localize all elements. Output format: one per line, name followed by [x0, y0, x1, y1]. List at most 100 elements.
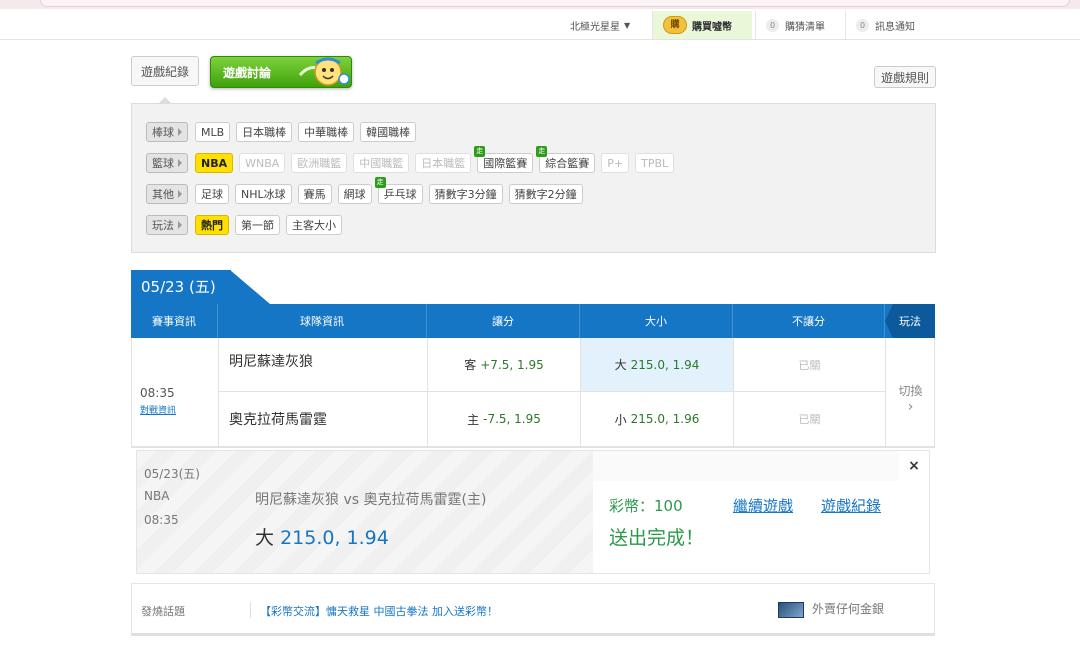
- total-over-line: 215.0,: [630, 357, 669, 372]
- mascot-icon: [298, 57, 350, 86]
- chip-euro-basketball[interactable]: 歐洲職籃: [291, 153, 348, 173]
- total-over-price: 1.94: [672, 357, 700, 372]
- hot-topics-label: 發燒話題: [141, 605, 185, 618]
- game-records-tab[interactable]: 遊戲紀錄: [131, 56, 199, 86]
- filter-label-play: 玩法: [146, 215, 188, 235]
- header-team-info: 球隊資訊: [218, 304, 427, 338]
- chip-intl-basketball[interactable]: 走國際籃賽: [474, 146, 534, 173]
- spread-away-odds[interactable]: 客 +7.5, 1.95: [428, 338, 581, 392]
- filter-row-baseball: 棒球 MLB 日本職棒 中華職棒 韓國職棒: [146, 121, 422, 143]
- filter-row-basketball: 籃球 NBA WNBA 歐洲職籃 中國職籃 日本職籃 走國際籃賽 走綜合籃賽 P…: [146, 146, 680, 174]
- game-records-link[interactable]: 遊戲紀錄: [821, 495, 881, 516]
- game-rules-button[interactable]: 遊戲規則: [874, 66, 936, 88]
- total-under-price: 1.96: [672, 412, 700, 426]
- divider: [250, 602, 251, 618]
- switch-button[interactable]: 切換 ›: [886, 338, 935, 447]
- spread-home-price: 1.95: [514, 412, 541, 426]
- chip-table-tennis[interactable]: 走乒乓球: [374, 177, 423, 204]
- confirm-pick-value: 215.0, 1.94: [280, 527, 389, 549]
- filter-row-other: 其他 足球 NHL冰球 賽馬 網球 走乒乓球 猜數字3分鐘 猜數字2分鐘: [146, 177, 589, 205]
- confirm-pick-side: 大: [255, 527, 275, 549]
- odds-table: 08:35 對戰資訊 明尼蘇達灰狼 客 +7.5, 1.95 大 215.0, …: [131, 338, 935, 448]
- total-under-odds[interactable]: 小 215.0, 1.96: [581, 392, 734, 447]
- chip-kbo[interactable]: 韓國職棒: [360, 122, 417, 142]
- buy-coins-button[interactable]: 購 購買噓幣: [652, 11, 752, 39]
- close-icon[interactable]: ×: [899, 451, 929, 481]
- chip-misc-basketball[interactable]: 走綜合籃賽: [536, 146, 596, 173]
- confirm-league: NBA: [144, 489, 170, 503]
- chip-intl-basketball-label: 國際籃賽: [483, 157, 528, 170]
- chip-soccer[interactable]: 足球: [195, 184, 229, 204]
- top-strip: [0, 0, 1080, 9]
- bet-list-button[interactable]: 0 購猜清單: [755, 11, 845, 39]
- confirm-pick: 大 215.0, 1.94: [255, 523, 389, 550]
- chip-p-league[interactable]: P+: [601, 153, 630, 173]
- total-under-line: 215.0,: [630, 412, 669, 426]
- spread-home-line: -7.5,: [483, 412, 511, 426]
- date-tab-slope: [230, 270, 270, 304]
- header-play-type[interactable]: 玩法: [885, 304, 935, 338]
- chip-nhl[interactable]: NHL冰球: [235, 184, 292, 204]
- header-total: 大小: [580, 304, 733, 338]
- chip-nba[interactable]: NBA: [195, 153, 234, 173]
- chip-tennis[interactable]: 網球: [337, 184, 372, 204]
- matchup-info-link[interactable]: 對戰資訊: [140, 403, 176, 416]
- confirm-coins: 彩幣：100: [609, 497, 683, 515]
- bet-list-count: 0: [766, 18, 779, 32]
- confirm-matchup: 明尼蘇達灰狼 vs 奧克拉荷馬雷霆(主): [255, 492, 487, 508]
- chip-guess-3min[interactable]: 猜數字3分鐘: [428, 184, 503, 204]
- live-badge-icon: 走: [474, 146, 486, 157]
- chip-misc-basketball-label: 綜合籃賽: [545, 157, 590, 170]
- chip-hot[interactable]: 熱門: [195, 215, 229, 235]
- chip-cpbl[interactable]: 中華職棒: [298, 122, 355, 142]
- chip-cba[interactable]: 中國職籃: [353, 153, 410, 173]
- continue-game-label: 繼續遊戲: [733, 497, 794, 515]
- notifications-button[interactable]: 0 訊息通知: [845, 11, 935, 39]
- hot-topics-bar: 發燒話題 【彩幣交流】慵天救星 中國古拳法 加入送彩幣！ 外賣仔何金銀: [131, 583, 935, 636]
- moneyline-away-closed: 已關: [734, 338, 886, 392]
- coin-icon: 購: [663, 16, 687, 34]
- notification-count: 0: [856, 18, 869, 32]
- game-records-label: 遊戲紀錄: [821, 497, 882, 515]
- ad-link[interactable]: 外賣仔何金銀: [778, 600, 884, 618]
- total-over-side: 大: [614, 358, 627, 372]
- team-away: 明尼蘇達灰狼: [219, 338, 428, 392]
- ad-thumbnail-icon: [778, 601, 804, 618]
- chevron-right-icon: ›: [907, 398, 914, 415]
- confirm-time: 08:35: [144, 513, 179, 527]
- filter-row-play: 玩法 熱門 第一節 主客大小: [146, 214, 348, 236]
- chip-home-away-total[interactable]: 主客大小: [286, 215, 342, 235]
- chip-guess-2min[interactable]: 猜數字2分鐘: [508, 184, 583, 204]
- chip-mlb[interactable]: MLB: [195, 122, 231, 142]
- event-info-cell: 08:35 對戰資訊: [132, 338, 219, 447]
- match-time: 08:35: [140, 386, 175, 400]
- chip-b-league[interactable]: 日本職籃: [415, 153, 472, 173]
- filter-label-baseball: 棒球: [146, 122, 188, 142]
- total-over-odds[interactable]: 大 215.0, 1.94: [581, 338, 734, 392]
- header-spread: 讓分: [427, 304, 580, 338]
- chip-npb[interactable]: 日本職棒: [236, 122, 293, 142]
- game-discussion-label: 遊戲討論: [223, 65, 272, 80]
- continue-game-link[interactable]: 繼續遊戲: [733, 495, 793, 516]
- top-bar: 北極光星星 ▼ 購 購買噓幣 0 購猜清單 0 訊息通知: [0, 11, 1080, 40]
- panel-background-pattern: [137, 451, 593, 573]
- live-badge-icon: 走: [536, 146, 548, 157]
- ad-label: 外賣仔何金銀: [812, 602, 885, 616]
- chip-first-quarter[interactable]: 第一節: [235, 215, 280, 235]
- filter-label-basketball: 籃球: [146, 153, 188, 173]
- bet-confirmation-panel: × 05/23(五) NBA 08:35 明尼蘇達灰狼 vs 奧克拉荷馬雷霆(主…: [136, 450, 930, 574]
- chip-wnba[interactable]: WNBA: [239, 153, 286, 173]
- chip-horse-racing[interactable]: 賽馬: [297, 184, 332, 204]
- spread-away-price: 1.95: [517, 357, 544, 372]
- filter-panel: 棒球 MLB 日本職棒 中華職棒 韓國職棒 籃球 NBA WNBA 歐洲職籃 中…: [131, 103, 936, 253]
- spread-home-odds[interactable]: 主 -7.5, 1.95: [428, 392, 581, 447]
- spread-away-side: 客: [464, 358, 477, 372]
- hot-topic-link[interactable]: 【彩幣交流】慵天救星 中國古拳法 加入送彩幣！: [260, 603, 498, 619]
- date-tab[interactable]: 05/23 (五): [131, 270, 231, 304]
- live-badge-icon: 走: [374, 177, 386, 188]
- chip-tpbl[interactable]: TPBL: [635, 153, 675, 173]
- total-under-side: 小: [614, 412, 627, 427]
- switch-label: 切換: [898, 383, 923, 398]
- star-menu[interactable]: 北極光星星 ▼: [560, 11, 652, 39]
- notifications-label: 訊息通知: [875, 21, 915, 33]
